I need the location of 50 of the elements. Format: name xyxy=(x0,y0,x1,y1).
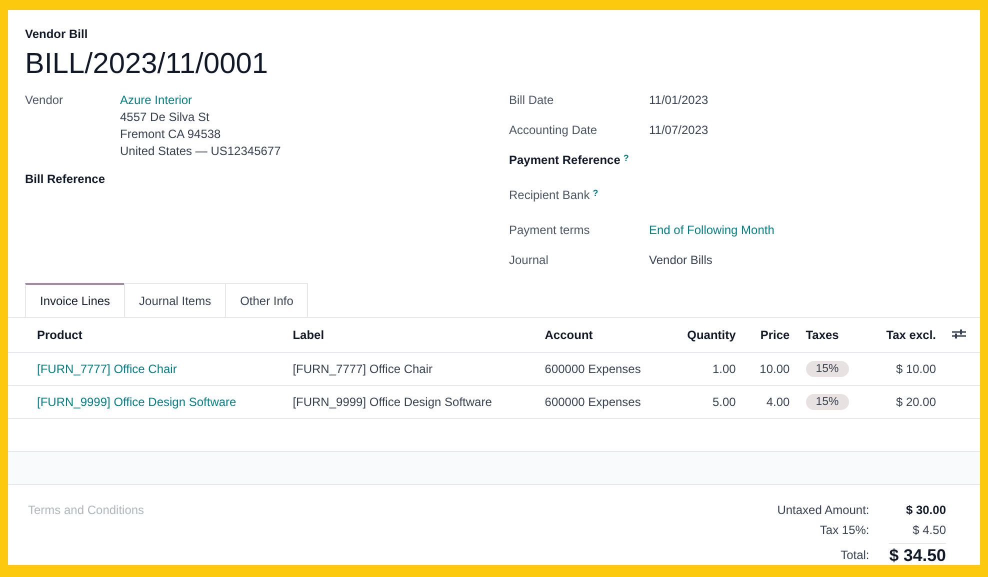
total-label: Untaxed Amount: xyxy=(777,503,870,517)
address-line: 4557 De Silva St xyxy=(120,110,210,124)
field-label: Payment Reference $^{?}$ xyxy=(509,153,630,169)
total-label: Tax 15%: xyxy=(818,523,870,537)
total-label: Total: xyxy=(840,548,870,562)
table-cell: 5.00 xyxy=(712,395,736,409)
column-header[interactable]: Account xyxy=(536,318,668,352)
tab[interactable]: Other Info xyxy=(225,283,308,317)
field-value: Vendor Bills xyxy=(649,253,712,267)
field-label: Journal xyxy=(509,253,550,269)
table-cell: 600000 Expenses xyxy=(544,395,641,409)
total-value: $ 30.00 xyxy=(904,503,946,517)
document-type: Vendor Bill xyxy=(25,27,89,41)
address-line: United States — US12345677 xyxy=(120,144,281,158)
bill-number: BILL/2023/11/0001 xyxy=(25,47,269,81)
column-header[interactable]: Product xyxy=(8,318,285,352)
total-value: $ 4.50 xyxy=(912,523,946,537)
table-cell: 600000 Expenses xyxy=(544,362,641,376)
field-value: 11/01/2023 xyxy=(649,93,708,107)
field-label: Accounting Date xyxy=(509,123,598,139)
total-value: $ 34.50 xyxy=(889,543,946,565)
tax-tag: 15% xyxy=(806,361,849,377)
column-header[interactable]: Label xyxy=(284,318,537,352)
field-label: Bill Date xyxy=(509,93,555,109)
column-header[interactable]: Price xyxy=(744,318,798,352)
field-label: Payment terms xyxy=(509,223,591,239)
field-link[interactable]: Azure Interior xyxy=(120,93,281,107)
column-header[interactable]: Quantity xyxy=(668,318,744,352)
column-header[interactable]: Tax excl. xyxy=(866,318,944,352)
field-label: Recipient Bank $^{?}$ xyxy=(509,188,600,204)
tax-tag: 15% xyxy=(806,394,849,410)
table-cell: $ 10.00 xyxy=(896,362,936,376)
address-line: Fremont CA 94538 xyxy=(120,127,222,141)
help-mark[interactable]: ? xyxy=(623,153,629,163)
table-cell: [FURN_7777] Office Chair xyxy=(292,362,433,376)
help-mark[interactable]: ? xyxy=(592,188,598,198)
product-link[interactable]: [FURN_7777] Office Chair xyxy=(37,362,177,376)
column-header[interactable]: Taxes xyxy=(798,318,867,352)
table-cell: 10.00 xyxy=(760,362,790,376)
table-cell: 1.00 xyxy=(712,362,736,376)
tab[interactable]: Invoice Lines xyxy=(25,283,126,317)
product-link[interactable]: [FURN_9999] Office Design Software xyxy=(37,395,236,409)
field-value: 11/07/2023 xyxy=(649,123,708,137)
field-link[interactable]: End of Following Month xyxy=(649,223,774,237)
field-label: Vendor xyxy=(25,93,64,109)
table-cell: [FURN_9999] Office Design Software xyxy=(292,395,492,409)
field-label: Bill Reference xyxy=(25,172,106,186)
table-cell: 4.00 xyxy=(766,395,790,409)
settings-sliders-icon[interactable] xyxy=(952,328,966,340)
table-cell: $ 20.00 xyxy=(896,395,936,409)
